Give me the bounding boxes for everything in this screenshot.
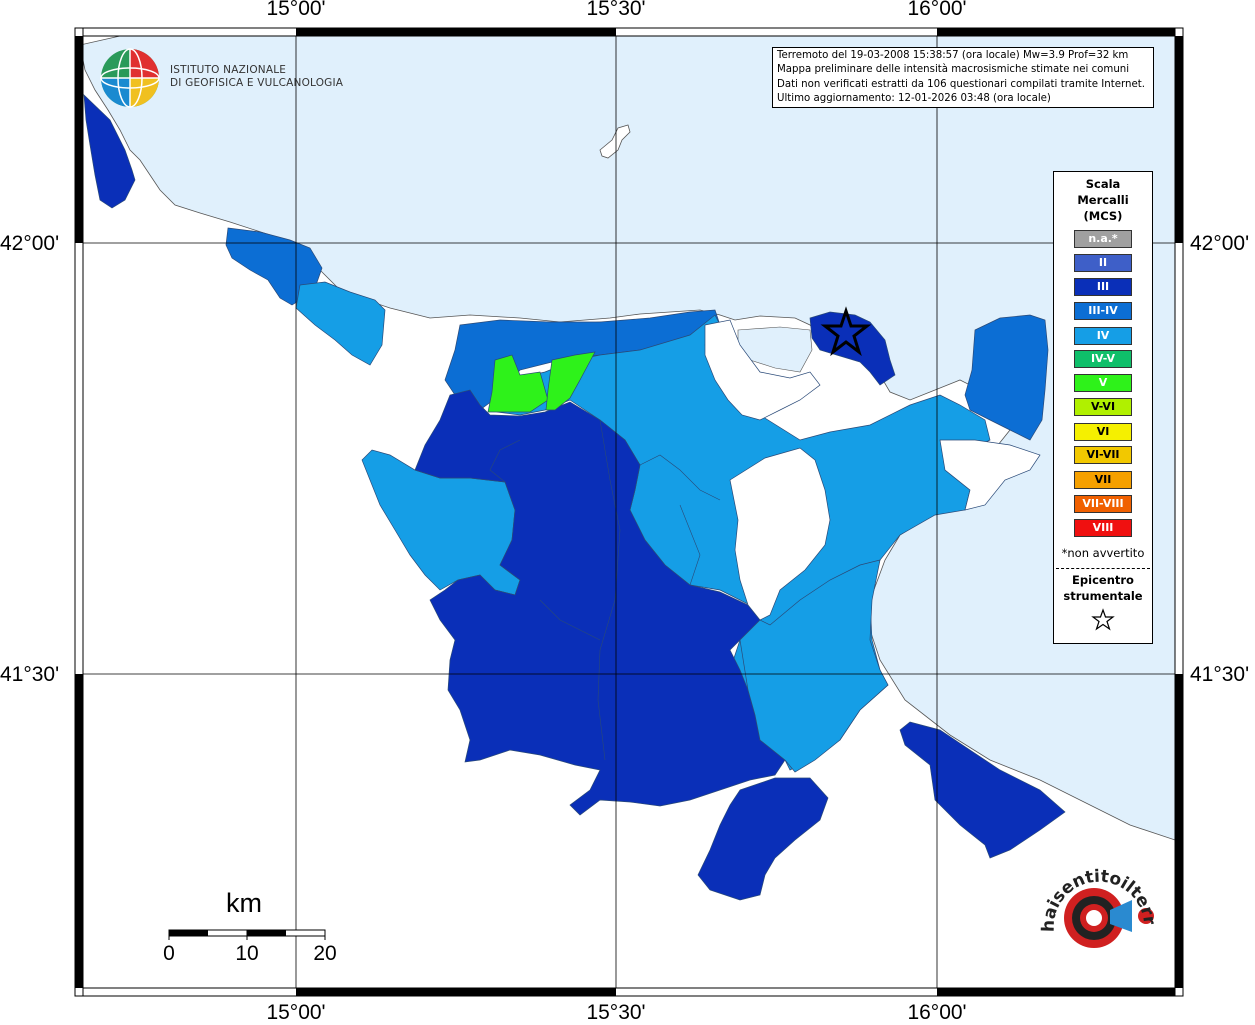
- legend-item-v-vi: V-VI: [1074, 398, 1132, 416]
- event-info-line1: Terremoto del 19-03-2008 15:38:57 (ora l…: [777, 50, 1129, 61]
- scale-label-0: 0: [163, 942, 175, 965]
- lon-label-bottom-3: 16°00': [907, 1001, 967, 1024]
- legend-title-line2: Mercalli: [1077, 193, 1129, 207]
- legend-separator: [1056, 568, 1150, 569]
- institute-name-line1: ISTITUTO NAZIONALE: [170, 64, 287, 76]
- legend-item-vi: VI: [1074, 423, 1132, 441]
- legend-item-na: n.a.*: [1074, 230, 1132, 248]
- legend-epicenter-line1: Epicentro: [1072, 573, 1134, 587]
- lat-label-right-1: 42°00': [1190, 232, 1250, 255]
- legend-title: Scala Mercalli (MCS): [1054, 176, 1152, 224]
- legend-epicenter-line2: strumentale: [1063, 589, 1143, 603]
- legend-item-iii-iv: III-IV: [1074, 302, 1132, 320]
- intensity-legend: Scala Mercalli (MCS) n.a.* II III III-IV…: [1053, 171, 1153, 644]
- legend-item-v: V: [1074, 374, 1132, 392]
- lon-label-bottom-2: 15°30': [586, 1001, 646, 1024]
- legend-item-iii: III: [1074, 278, 1132, 296]
- legend-item-vi-vii: VI-VII: [1074, 446, 1132, 464]
- event-info-line4: Ultimo aggiornamento: 12-01-2026 03:48 (…: [777, 92, 1051, 104]
- star-icon: [1091, 608, 1115, 631]
- legend-title-line3: (MCS): [1083, 209, 1123, 223]
- event-info-line3: Dati non verificati estratti da 106 ques…: [777, 78, 1145, 90]
- ingv-logo-icon: [100, 48, 160, 108]
- legend-note: *non avvertito: [1061, 546, 1145, 560]
- institute-name-line2: DI GEOFISICA E VULCANOLOGIA: [170, 77, 344, 89]
- legend-item-vii: VII: [1074, 471, 1132, 489]
- haisentito-logo-icon: haisentitoilterremoto.it www.: [1032, 852, 1159, 948]
- lon-label-top-2: 15°30': [586, 0, 646, 20]
- legend-item-iv-v: IV-V: [1074, 350, 1132, 368]
- scale-label-10: 10: [235, 942, 259, 965]
- legend-epicenter-label: Epicentro strumentale: [1054, 572, 1152, 604]
- event-info-line2: Mappa preliminare delle intensità macros…: [777, 64, 1130, 76]
- legend-item-viii: VIII: [1074, 519, 1132, 537]
- lat-label-right-2: 41°30': [1190, 663, 1250, 686]
- lat-label-left-2: 41°30': [0, 663, 60, 686]
- lat-label-left-1: 42°00': [0, 232, 60, 255]
- legend-item-ii: II: [1074, 254, 1132, 272]
- legend-title-line1: Scala: [1085, 177, 1121, 191]
- lon-label-bottom-1: 15°00': [266, 1001, 326, 1024]
- event-info-box: Terremoto del 19-03-2008 15:38:57 (ora l…: [772, 47, 1154, 108]
- lon-label-top-3: 16°00': [907, 0, 967, 20]
- scale-label-20: 20: [313, 942, 337, 965]
- scale-unit: km: [226, 888, 262, 918]
- lon-label-top-1: 15°00': [266, 0, 326, 20]
- institute-name: ISTITUTO NAZIONALE DI GEOFISICA E VULCAN…: [170, 64, 343, 90]
- legend-item-vii-viii: VII-VIII: [1074, 495, 1132, 513]
- legend-item-iv: IV: [1074, 327, 1132, 345]
